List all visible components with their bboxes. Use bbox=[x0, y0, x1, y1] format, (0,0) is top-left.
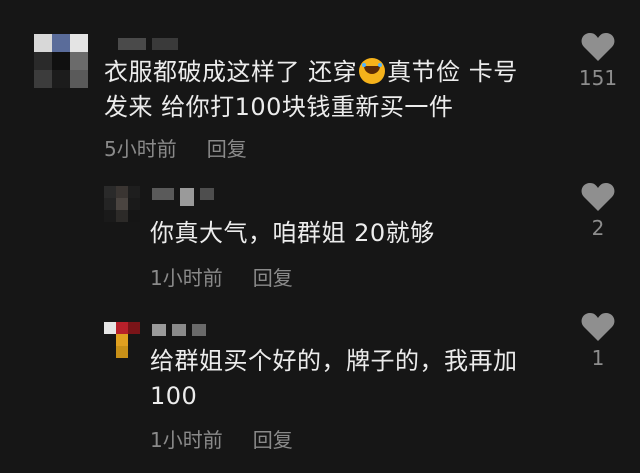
like-count: 1 bbox=[591, 346, 605, 370]
comment-time: 1小时前 bbox=[150, 266, 223, 290]
username-blurred[interactable] bbox=[152, 324, 206, 336]
like-count: 2 bbox=[591, 216, 605, 240]
comment-text: 你真大气，咱群姐 20就够 bbox=[150, 216, 435, 251]
comment-time: 5小时前 bbox=[104, 137, 177, 161]
username-blurred[interactable] bbox=[118, 38, 178, 50]
comment-text-line2: 发来 给你打100块钱重新买一件 bbox=[104, 93, 454, 121]
like-button[interactable]: 1 bbox=[576, 312, 620, 370]
username-blurred[interactable] bbox=[152, 188, 214, 206]
comment-text: 衣服都破成这样了 还穿 真节俭 卡号 发来 给你打100块钱重新买一件 bbox=[104, 55, 518, 125]
comment-text-line1: 给群姐买个好的，牌子的，我再加 bbox=[150, 347, 518, 375]
reply-button[interactable]: 回复 bbox=[253, 262, 293, 291]
reply-button[interactable]: 回复 bbox=[253, 424, 293, 453]
comment-time: 1小时前 bbox=[150, 428, 223, 452]
comment-meta: 1小时前 回复 bbox=[150, 262, 293, 291]
comment-meta: 5小时前 回复 bbox=[104, 133, 247, 162]
heart-icon bbox=[581, 313, 615, 341]
heart-icon bbox=[581, 33, 615, 61]
like-button[interactable]: 151 bbox=[576, 32, 620, 90]
comment-text-line2: 100 bbox=[150, 382, 198, 410]
like-count: 151 bbox=[578, 66, 618, 90]
comment-text-line1: 你真大气，咱群姐 20就够 bbox=[150, 219, 435, 247]
avatar[interactable] bbox=[104, 186, 140, 222]
comment-text-line1-b: 真节俭 卡号 bbox=[387, 58, 518, 86]
like-button[interactable]: 2 bbox=[576, 182, 620, 240]
comment-text-line1-a: 衣服都破成这样了 还穿 bbox=[104, 58, 358, 86]
comment-meta: 1小时前 回复 bbox=[150, 424, 293, 453]
heart-icon bbox=[581, 183, 615, 211]
avatar[interactable] bbox=[104, 322, 140, 358]
rolling-on-floor-laughing-emoji-icon bbox=[359, 58, 386, 84]
reply-button[interactable]: 回复 bbox=[207, 133, 247, 162]
comment-text: 给群姐买个好的，牌子的，我再加 100 bbox=[150, 344, 518, 414]
avatar[interactable] bbox=[34, 34, 88, 88]
